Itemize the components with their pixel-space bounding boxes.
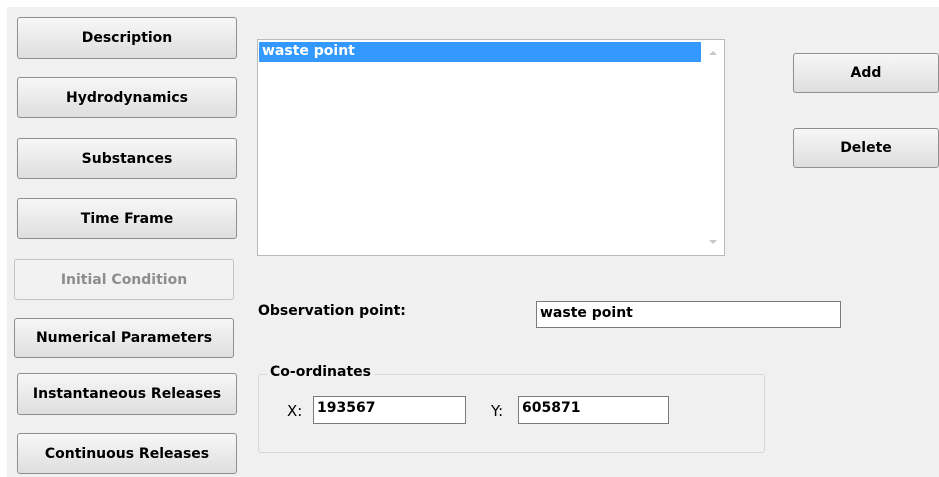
y-label: Y: bbox=[491, 402, 504, 420]
list-item-selected[interactable]: waste point bbox=[259, 42, 701, 62]
substances-button[interactable]: Substances bbox=[17, 138, 237, 179]
instantaneous-releases-button[interactable]: Instantaneous Releases bbox=[17, 373, 237, 415]
observation-points-list[interactable]: waste point bbox=[257, 39, 725, 256]
scroll-up-icon[interactable] bbox=[709, 51, 717, 55]
description-button[interactable]: Description bbox=[17, 17, 237, 59]
x-coordinate-input[interactable]: 193567 bbox=[313, 396, 466, 424]
initial-condition-button: Initial Condition bbox=[14, 259, 234, 300]
continuous-releases-button[interactable]: Continuous Releases bbox=[17, 433, 237, 474]
scroll-down-icon[interactable] bbox=[709, 240, 717, 244]
list-scrollbar[interactable] bbox=[703, 41, 723, 254]
hydrodynamics-button[interactable]: Hydrodynamics bbox=[17, 77, 237, 118]
observation-point-label: Observation point: bbox=[258, 303, 406, 319]
observation-point-input[interactable]: waste point bbox=[536, 301, 841, 328]
y-coordinate-input[interactable]: 605871 bbox=[518, 396, 669, 424]
numerical-parameters-button[interactable]: Numerical Parameters bbox=[14, 318, 234, 358]
time-frame-button[interactable]: Time Frame bbox=[17, 198, 237, 239]
delete-button[interactable]: Delete bbox=[793, 128, 939, 168]
add-button[interactable]: Add bbox=[793, 53, 939, 93]
coordinates-group-title: Co-ordinates bbox=[267, 364, 374, 380]
x-label: X: bbox=[287, 402, 303, 420]
